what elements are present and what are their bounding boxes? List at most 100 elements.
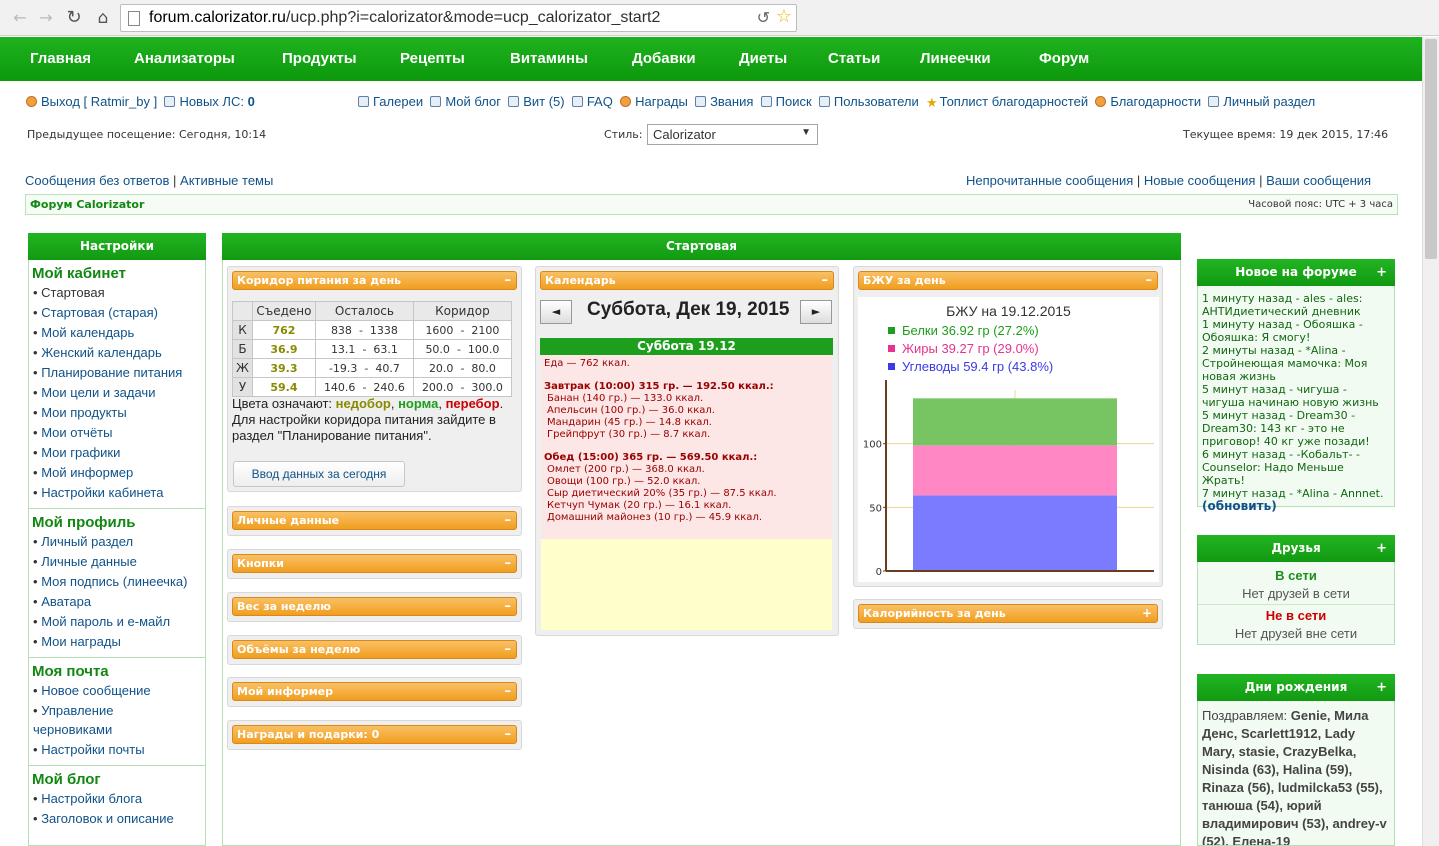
birthdays-header[interactable]: Дни рождения +: [1197, 674, 1395, 701]
toplink-awards[interactable]: Награды: [635, 94, 688, 109]
section-profile[interactable]: Мой профиль: [29, 509, 205, 531]
toplink-blog[interactable]: Мой блог: [445, 94, 501, 109]
nav-female-calendar[interactable]: • Женский календарь: [29, 342, 205, 362]
corridor-header[interactable]: Коридор питания за день –: [232, 271, 517, 290]
nav-manage-drafts[interactable]: • Управление: [29, 700, 205, 720]
nav-personal-data[interactable]: • Личные данные: [29, 551, 205, 571]
widget-header[interactable]: Мой информер –: [232, 682, 517, 701]
nav-my-products[interactable]: • Мои продукты: [29, 402, 205, 422]
collapse-icon[interactable]: –: [505, 683, 512, 700]
bzu-header[interactable]: БЖУ за день –: [858, 271, 1158, 290]
widget-header[interactable]: Вес за неделю –: [232, 597, 517, 616]
expand-icon[interactable]: +: [1376, 535, 1387, 562]
nav-start[interactable]: • Стартовая: [29, 282, 205, 302]
widget-header[interactable]: Калорийность за день +: [858, 604, 1158, 623]
nav-mail-settings[interactable]: • Настройки почты: [29, 739, 205, 759]
nav-blog-settings[interactable]: • Настройки блога: [29, 788, 205, 808]
nav-blog-title[interactable]: • Заголовок и описание: [29, 808, 205, 828]
new-pm-link[interactable]: Новых ЛС:: [179, 94, 244, 109]
scrollbar-thumb[interactable]: [1425, 39, 1437, 259]
section-mail[interactable]: Моя почта: [29, 658, 205, 680]
link-new-posts[interactable]: Новые сообщения: [1144, 173, 1256, 188]
nav-meal-planning[interactable]: • Планирование питания: [29, 362, 205, 382]
calendar-header[interactable]: Календарь –: [540, 271, 834, 290]
toplink-search[interactable]: Поиск: [776, 94, 812, 109]
widget-header[interactable]: Личные данные –: [232, 511, 517, 530]
nav-personal-section[interactable]: • Личный раздел: [29, 531, 205, 551]
nav-new-message[interactable]: • Новое сообщение: [29, 680, 205, 700]
nav-manage-drafts-cont[interactable]: черновиками: [29, 720, 205, 739]
collapse-icon[interactable]: –: [505, 641, 512, 658]
next-day-button[interactable]: ►: [800, 300, 832, 324]
logout-link[interactable]: Выход [ Ratmir_by ]: [41, 94, 157, 109]
link-no-answers[interactable]: Сообщения без ответов: [25, 173, 169, 188]
menu-item-supplements[interactable]: Добавки: [632, 50, 696, 67]
section-blog[interactable]: Мой блог: [29, 766, 205, 788]
news-entry[interactable]: 5 минут назад - чигуша - чигуша начинаю …: [1202, 383, 1390, 409]
widget-header[interactable]: Кнопки –: [232, 554, 517, 573]
expand-icon[interactable]: +: [1376, 259, 1387, 286]
history-icon[interactable]: ↺: [757, 8, 770, 27]
news-header[interactable]: Новое на форуме +: [1197, 259, 1395, 286]
collapse-icon[interactable]: –: [505, 598, 512, 615]
section-cabinet[interactable]: Мой кабинет: [29, 260, 205, 282]
menu-item-home[interactable]: Главная: [30, 50, 91, 67]
widget-header[interactable]: Награды и подарки: 0 –: [232, 725, 517, 744]
news-entry[interactable]: 2 минуты назад - *Alina - Стройнеющая ма…: [1202, 344, 1390, 383]
nav-my-awards[interactable]: • Мои награды: [29, 631, 205, 651]
style-select[interactable]: Calorizator ▼: [647, 124, 818, 145]
menu-item-recipes[interactable]: Рецепты: [400, 50, 465, 67]
menu-item-rulers[interactable]: Линеечки: [920, 50, 991, 67]
menu-item-articles[interactable]: Статьи: [828, 50, 880, 67]
meal-title[interactable]: Завтрак (10:00) 315 гр. — 192.50 ккал.:: [544, 381, 829, 393]
url-text[interactable]: forum.calorizator.ru/ucp.php?i=calorizat…: [149, 9, 660, 27]
toplink-galleries[interactable]: Галереи: [373, 94, 423, 109]
link-unread[interactable]: Непрочитанные сообщения: [966, 173, 1133, 188]
expand-icon[interactable]: +: [1142, 605, 1152, 622]
link-active-topics[interactable]: Активные темы: [180, 173, 273, 188]
nav-cabinet-settings[interactable]: • Настройки кабинета: [29, 482, 205, 502]
nav-graphs[interactable]: • Мои графики: [29, 442, 205, 462]
nav-start-old[interactable]: • Стартовая (старая): [29, 302, 205, 322]
expand-icon[interactable]: +: [1376, 674, 1387, 701]
collapse-icon[interactable]: –: [505, 272, 512, 289]
nav-goals[interactable]: • Мои цели и задачи: [29, 382, 205, 402]
page-scrollbar[interactable]: [1422, 37, 1439, 846]
address-bar[interactable]: forum.calorizator.ru/ucp.php?i=calorizat…: [120, 4, 797, 32]
news-entry[interactable]: 6 минут назад - -Кобальт- - Counselor: Н…: [1202, 448, 1390, 487]
collapse-icon[interactable]: –: [822, 272, 829, 289]
link-your-posts[interactable]: Ваши сообщения: [1266, 173, 1371, 188]
toplink-thanks-top[interactable]: Топлист благодарностей: [940, 94, 1088, 109]
news-entry[interactable]: 5 минут назад - Dream30 - Dream30: 143 к…: [1202, 409, 1390, 448]
nav-informer[interactable]: • Мой информер: [29, 462, 205, 482]
news-entry[interactable]: 1 минуту назад - ales - ales: АНТИдиетич…: [1202, 292, 1390, 318]
forum-breadcrumb[interactable]: Форум Calorizator: [30, 198, 144, 211]
forward-arrow-icon[interactable]: →: [36, 8, 56, 28]
toplink-faq[interactable]: FAQ: [587, 94, 613, 109]
prev-day-button[interactable]: ◄: [540, 300, 572, 324]
toplink-vit[interactable]: Вит (5): [523, 94, 564, 109]
collapse-icon[interactable]: –: [505, 512, 512, 529]
toplink-thanks[interactable]: Благодарности: [1110, 94, 1201, 109]
reload-icon[interactable]: ↻: [64, 8, 84, 28]
day-header[interactable]: Суббота 19.12: [540, 338, 833, 355]
refresh-link[interactable]: (обновить): [1202, 500, 1390, 513]
nav-password-email[interactable]: • Мой пароль и е-майл: [29, 611, 205, 631]
menu-item-forum[interactable]: Форум: [1039, 50, 1089, 67]
menu-item-diets[interactable]: Диеты: [739, 50, 787, 67]
friends-header[interactable]: Друзья +: [1197, 535, 1395, 562]
menu-item-vitamins[interactable]: Витамины: [510, 50, 588, 67]
collapse-icon[interactable]: –: [505, 555, 512, 572]
toplink-ranks[interactable]: Звания: [710, 94, 753, 109]
home-icon[interactable]: ⌂: [93, 8, 113, 28]
back-arrow-icon[interactable]: ←: [10, 8, 30, 28]
nav-calendar[interactable]: • Мой календарь: [29, 322, 205, 342]
news-entry[interactable]: 1 минуту назад - Обояшка - Обояшка: Я см…: [1202, 318, 1390, 344]
collapse-icon[interactable]: –: [1146, 272, 1153, 289]
meal-title[interactable]: Обед (15:00) 365 гр. — 569.50 ккал.:: [544, 452, 829, 464]
collapse-icon[interactable]: –: [505, 726, 512, 743]
bookmark-star-icon[interactable]: ☆: [776, 6, 792, 27]
menu-item-products[interactable]: Продукты: [282, 50, 357, 67]
menu-item-analyzers[interactable]: Анализаторы: [134, 50, 235, 67]
nav-avatar[interactable]: • Аватара: [29, 591, 205, 611]
